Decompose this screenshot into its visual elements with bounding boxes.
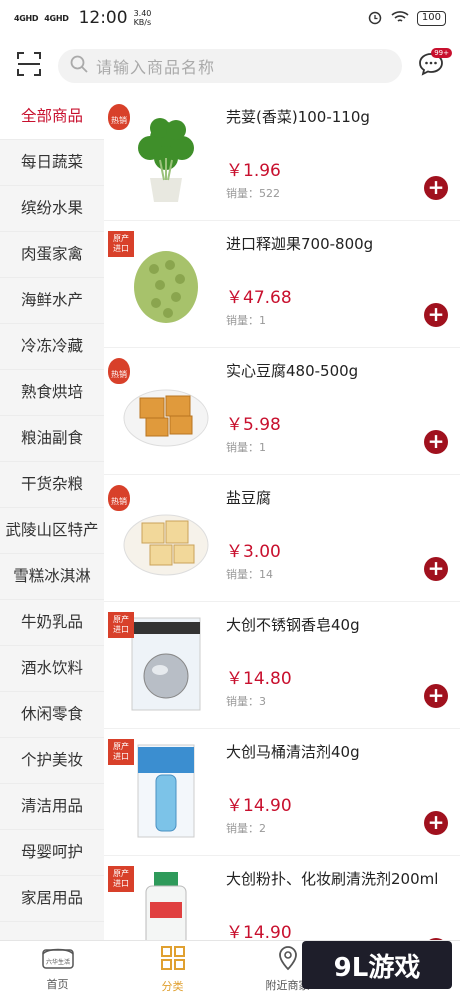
home-icon-text: 六华生活 <box>45 958 69 966</box>
plus-icon: + <box>427 556 445 580</box>
search-input[interactable]: 请输入商品名称 <box>58 49 402 83</box>
product-card[interactable]: 热销 芫荽(香菜)100-110g ￥1.96 销量：522 + <box>104 94 460 221</box>
category-item[interactable]: 海鲜水产 <box>0 278 104 324</box>
product-sales: 销量：3 <box>226 695 266 708</box>
category-icon <box>159 944 187 975</box>
category-item[interactable]: 个护美妆 <box>0 738 104 784</box>
product-name: 大创粉扑、化妆刷清洗剂200ml <box>226 870 439 888</box>
plus-icon: + <box>427 175 445 199</box>
category-item[interactable]: 冷冻冷藏 <box>0 324 104 370</box>
product-card[interactable]: 原产进口 大创粉扑、化妆刷清洗剂200ml ￥14.90 + <box>104 856 460 940</box>
message-badge: 99+ <box>431 48 452 58</box>
category-item[interactable]: 清洁用品 <box>0 784 104 830</box>
tab-category[interactable]: 分类 <box>115 941 230 997</box>
product-price: ￥47.68 <box>226 288 292 308</box>
import-tag: 原产进口 <box>108 231 134 257</box>
tab-home[interactable]: 六华生活 首页 <box>0 941 115 997</box>
search-placeholder: 请输入商品名称 <box>96 58 216 77</box>
location-icon <box>277 945 299 974</box>
plus-icon: + <box>427 810 445 834</box>
category-item[interactable]: 熟食烘培 <box>0 370 104 416</box>
category-item[interactable]: 母婴呵护 <box>0 830 104 876</box>
signal-indicator-1: 4GHD <box>14 13 39 23</box>
product-price: ￥14.80 <box>226 669 292 689</box>
status-bar: 4GHD 4GHD 12:00 3.40 KB/s 100 <box>0 0 460 36</box>
product-card[interactable]: 热销 实心豆腐480-500g ￥5.98 销量：1 + <box>104 348 460 475</box>
product-sales: 销量：522 <box>226 187 280 200</box>
product-sales: 销量：2 <box>226 822 266 835</box>
product-name: 实心豆腐480-500g <box>226 362 359 380</box>
battery-indicator: 100 <box>416 10 446 26</box>
import-tag: 原产进口 <box>108 866 134 892</box>
add-to-cart-button[interactable]: + <box>424 557 448 581</box>
import-tag: 原产进口 <box>108 612 134 638</box>
plus-icon: + <box>427 683 445 707</box>
category-sidebar: 全部商品 每日蔬菜 缤纷水果 肉蛋家禽 海鲜水产 冷冻冷藏 熟食烘培 粮油副食 … <box>0 94 104 940</box>
product-image-salted-tofu <box>120 487 212 587</box>
category-item[interactable]: 干货杂粮 <box>0 462 104 508</box>
network-speed-unit: KB/s <box>133 18 152 27</box>
category-item[interactable]: 肉蛋家禽 <box>0 232 104 278</box>
product-price: ￥5.98 <box>226 415 281 435</box>
hot-tag: 热销 <box>108 358 130 384</box>
product-list: 热销 芫荽(香菜)100-110g ￥1.96 销量：522 + 原产进口 进口… <box>104 94 460 940</box>
alarm-icon <box>367 9 383 28</box>
watermark-logo: 9L游戏 <box>302 941 452 989</box>
plus-icon: + <box>427 429 445 453</box>
scan-icon <box>16 51 42 81</box>
add-to-cart-button[interactable]: + <box>424 684 448 708</box>
import-tag: 原产进口 <box>108 739 134 765</box>
product-image-coriander <box>120 106 212 206</box>
product-name: 盐豆腐 <box>226 489 272 507</box>
product-price: ￥1.96 <box>226 161 281 181</box>
hot-tag: 热销 <box>108 485 130 511</box>
signal-indicator-2: 4GHD <box>44 13 69 23</box>
home-icon: 六华生活 <box>41 946 75 973</box>
header: 请输入商品名称 99+ <box>0 40 460 92</box>
product-name: 芫荽(香菜)100-110g <box>226 108 370 126</box>
category-item[interactable]: 雪糕冰淇淋 <box>0 554 104 600</box>
plus-icon: + <box>427 302 445 326</box>
network-speed: 3.40 KB/s <box>134 9 152 27</box>
product-price: ￥14.90 <box>226 923 292 940</box>
tab-label: 分类 <box>161 980 184 993</box>
product-name: 大创不锈钢香皂40g <box>226 616 360 634</box>
product-card[interactable]: 原产进口 大创不锈钢香皂40g ￥14.80 销量：3 + <box>104 602 460 729</box>
search-icon <box>70 55 88 77</box>
product-sales: 销量：1 <box>226 441 266 454</box>
network-speed-value: 3.40 <box>133 9 152 18</box>
category-item-all[interactable]: 全部商品 <box>0 94 104 140</box>
product-sales: 销量：14 <box>226 568 273 581</box>
tab-label: 首页 <box>46 978 69 991</box>
category-item[interactable]: 武陵山区特产 <box>0 508 104 554</box>
product-card[interactable]: 热销 盐豆腐 ￥3.00 销量：14 + <box>104 475 460 602</box>
add-to-cart-button[interactable]: + <box>424 176 448 200</box>
add-to-cart-button[interactable]: + <box>424 811 448 835</box>
add-to-cart-button[interactable]: + <box>424 430 448 454</box>
product-price: ￥14.90 <box>226 796 292 816</box>
category-item[interactable]: 每日蔬菜 <box>0 140 104 186</box>
scan-button[interactable] <box>0 40 58 92</box>
message-button[interactable]: 99+ <box>402 40 460 92</box>
category-item[interactable]: 休闲零食 <box>0 692 104 738</box>
category-item[interactable]: 缤纷水果 <box>0 186 104 232</box>
product-card[interactable]: 原产进口 进口释迦果700-800g ￥47.68 销量：1 + <box>104 221 460 348</box>
category-item[interactable]: 家居用品 <box>0 876 104 922</box>
category-item[interactable]: 粮油副食 <box>0 416 104 462</box>
product-name: 进口释迦果700-800g <box>226 235 374 253</box>
product-price: ￥3.00 <box>226 542 281 562</box>
product-image-tofu <box>120 360 212 460</box>
add-to-cart-button[interactable]: + <box>424 303 448 327</box>
product-name: 大创马桶清洁剂40g <box>226 743 360 761</box>
wifi-icon <box>391 10 409 27</box>
product-card[interactable]: 原产进口 大创马桶清洁剂40g ￥14.90 销量：2 + <box>104 729 460 856</box>
clock-time: 12:00 <box>78 8 128 28</box>
category-item[interactable]: 酒水饮料 <box>0 646 104 692</box>
hot-tag: 热销 <box>108 104 130 130</box>
product-sales: 销量：1 <box>226 314 266 327</box>
category-item[interactable]: 牛奶乳品 <box>0 600 104 646</box>
